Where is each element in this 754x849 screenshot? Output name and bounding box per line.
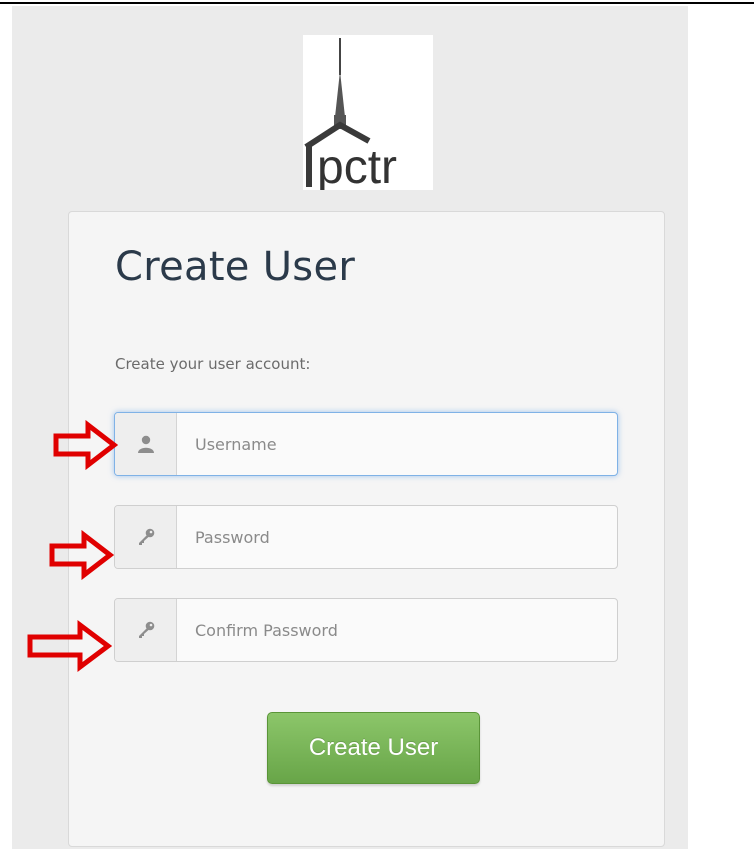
red-arrow-icon — [53, 420, 118, 470]
logo-text: pctr — [317, 141, 397, 190]
username-input[interactable] — [177, 413, 617, 475]
create-user-button[interactable]: Create User — [267, 712, 480, 784]
key-icon — [115, 599, 177, 661]
confirm-password-input[interactable] — [177, 599, 617, 661]
username-field[interactable] — [114, 412, 618, 476]
red-arrow-icon — [49, 530, 114, 580]
form-subtitle: Create your user account: — [115, 355, 311, 373]
key-icon — [115, 506, 177, 568]
password-input[interactable] — [177, 506, 617, 568]
user-icon — [115, 413, 177, 475]
password-field[interactable] — [114, 505, 618, 569]
red-arrow-icon — [27, 620, 112, 672]
page-title: Create User — [115, 244, 356, 290]
top-divider — [0, 2, 754, 4]
pctr-logo: pctr — [303, 35, 433, 190]
confirm-password-field[interactable] — [114, 598, 618, 662]
